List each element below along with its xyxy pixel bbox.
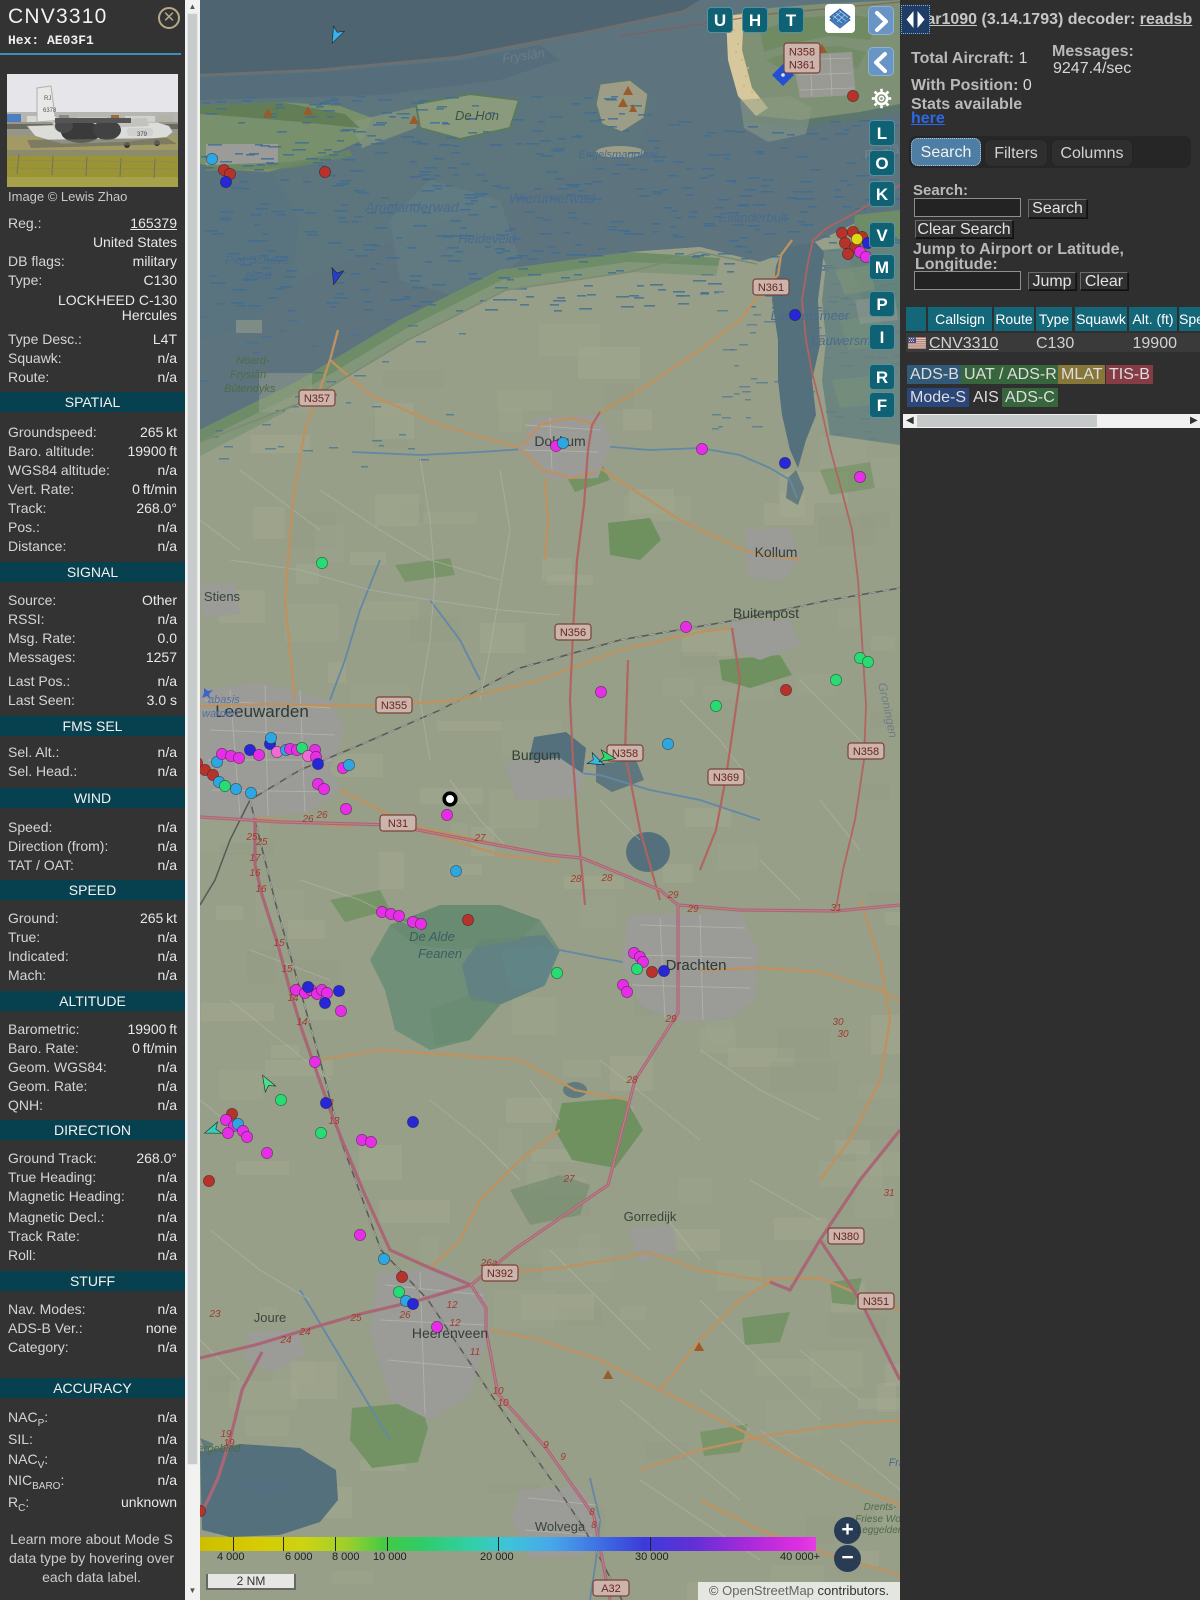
svg-text:Feanen: Feanen — [418, 946, 462, 961]
svg-text:Tsjûkemar: Tsjûkemar — [245, 1480, 301, 1494]
svg-text:warden: warden — [202, 708, 238, 720]
svg-text:N31: N31 — [388, 818, 408, 830]
svg-text:De Hon: De Hon — [455, 108, 499, 123]
svg-text:28: 28 — [569, 874, 582, 885]
svg-text:N357: N357 — [304, 393, 330, 405]
svg-text:Fryslân: Fryslân — [230, 369, 266, 381]
svg-text:23: 23 — [208, 1309, 221, 1320]
svg-text:26: 26 — [315, 810, 328, 821]
svg-text:16: 16 — [255, 884, 267, 895]
svg-text:379: 379 — [137, 132, 148, 138]
svg-text:N361: N361 — [789, 60, 815, 72]
svg-text:Lauwersm: Lauwersm — [811, 333, 871, 348]
svg-text:27: 27 — [562, 1174, 575, 1185]
svg-text:Gorredijk: Gorredijk — [624, 1209, 677, 1224]
svg-text:ergebied: ergebied — [200, 1443, 241, 1455]
svg-text:Joure: Joure — [254, 1310, 287, 1325]
svg-text:15: 15 — [273, 938, 285, 949]
svg-text:N358: N358 — [853, 746, 879, 758]
svg-text:Amelanderwad: Amelanderwad — [364, 199, 460, 215]
svg-text:N392: N392 — [487, 1268, 513, 1280]
svg-text:6378: 6378 — [43, 108, 57, 114]
svg-text:Friese Wo: Friese Wo — [855, 1514, 900, 1525]
svg-text:16: 16 — [249, 868, 261, 879]
svg-text:8: 8 — [591, 1520, 597, 1531]
svg-text:N380: N380 — [833, 1231, 859, 1243]
svg-text:15: 15 — [281, 964, 293, 975]
svg-text:24: 24 — [279, 1335, 292, 1346]
svg-text:24: 24 — [298, 1327, 311, 1338]
svg-text:Drachten: Drachten — [666, 957, 727, 974]
svg-text:N369: N369 — [713, 772, 739, 784]
svg-text:11: 11 — [470, 1347, 480, 1358]
svg-text:Fri: Fri — [889, 1457, 900, 1469]
svg-text:Noard-: Noard- — [236, 355, 270, 367]
svg-text:N356: N356 — [560, 627, 586, 639]
svg-text:Lauwersmeer: Lauwersmeer — [771, 308, 850, 323]
svg-text:Heerenveen: Heerenveen — [412, 1325, 488, 1341]
svg-text:RJ: RJ — [44, 96, 51, 102]
svg-text:plaat: plaat — [244, 268, 272, 282]
svg-text:Buitenpost: Buitenpost — [733, 605, 799, 621]
svg-text:26: 26 — [301, 814, 314, 825]
svg-text:26: 26 — [398, 1310, 411, 1321]
svg-text:N358: N358 — [789, 47, 815, 59]
svg-text:31: 31 — [883, 1188, 894, 1199]
svg-text:Wolvega: Wolvega — [535, 1519, 586, 1534]
svg-text:Stiens: Stiens — [204, 589, 241, 604]
svg-text:29: 29 — [666, 890, 679, 901]
svg-text:N351: N351 — [863, 1296, 889, 1308]
svg-text:30: 30 — [832, 1017, 844, 1028]
svg-text:8: 8 — [589, 1507, 595, 1518]
svg-text:28: 28 — [625, 1075, 638, 1086]
svg-text:10: 10 — [492, 1386, 504, 1397]
svg-text:N361: N361 — [758, 282, 784, 294]
svg-text:9: 9 — [543, 1440, 549, 1451]
svg-text:Piet Scheve: Piet Scheve — [225, 253, 289, 267]
svg-text:Kollum: Kollum — [755, 544, 798, 560]
svg-text:9: 9 — [560, 1452, 566, 1463]
svg-text:13: 13 — [328, 1116, 340, 1127]
svg-text:abasis: abasis — [208, 694, 240, 706]
svg-text:Bûtendyks: Bûtendyks — [224, 383, 276, 395]
svg-text:Wierumerwad: Wierumerwad — [509, 190, 596, 206]
svg-text:Heideveld: Heideveld — [458, 231, 517, 246]
svg-text:10: 10 — [497, 1398, 509, 1409]
svg-text:27: 27 — [473, 833, 486, 844]
svg-text:31: 31 — [830, 903, 841, 914]
svg-text:A32: A32 — [601, 1583, 621, 1595]
svg-text:17: 17 — [249, 853, 261, 864]
svg-text:Leggelden: Leggelden — [857, 1525, 900, 1536]
svg-text:12: 12 — [446, 1300, 458, 1311]
svg-text:25: 25 — [255, 837, 268, 848]
svg-text:Engelsmanplaat: Engelsmanplaat — [579, 149, 659, 161]
svg-text:25: 25 — [349, 1313, 362, 1324]
svg-text:30: 30 — [837, 1029, 849, 1040]
svg-text:28: 28 — [600, 873, 613, 884]
svg-text:De Alde: De Alde — [409, 929, 455, 944]
svg-text:29: 29 — [686, 904, 699, 915]
svg-text:Burgum: Burgum — [511, 747, 560, 763]
svg-text:Eilanderbult: Eilanderbult — [719, 210, 789, 225]
svg-text:26a: 26a — [480, 1258, 498, 1269]
svg-text:Drents-: Drents- — [864, 1502, 897, 1513]
svg-text:14: 14 — [296, 1017, 308, 1028]
svg-text:29: 29 — [664, 1014, 677, 1025]
svg-text:N355: N355 — [381, 700, 407, 712]
